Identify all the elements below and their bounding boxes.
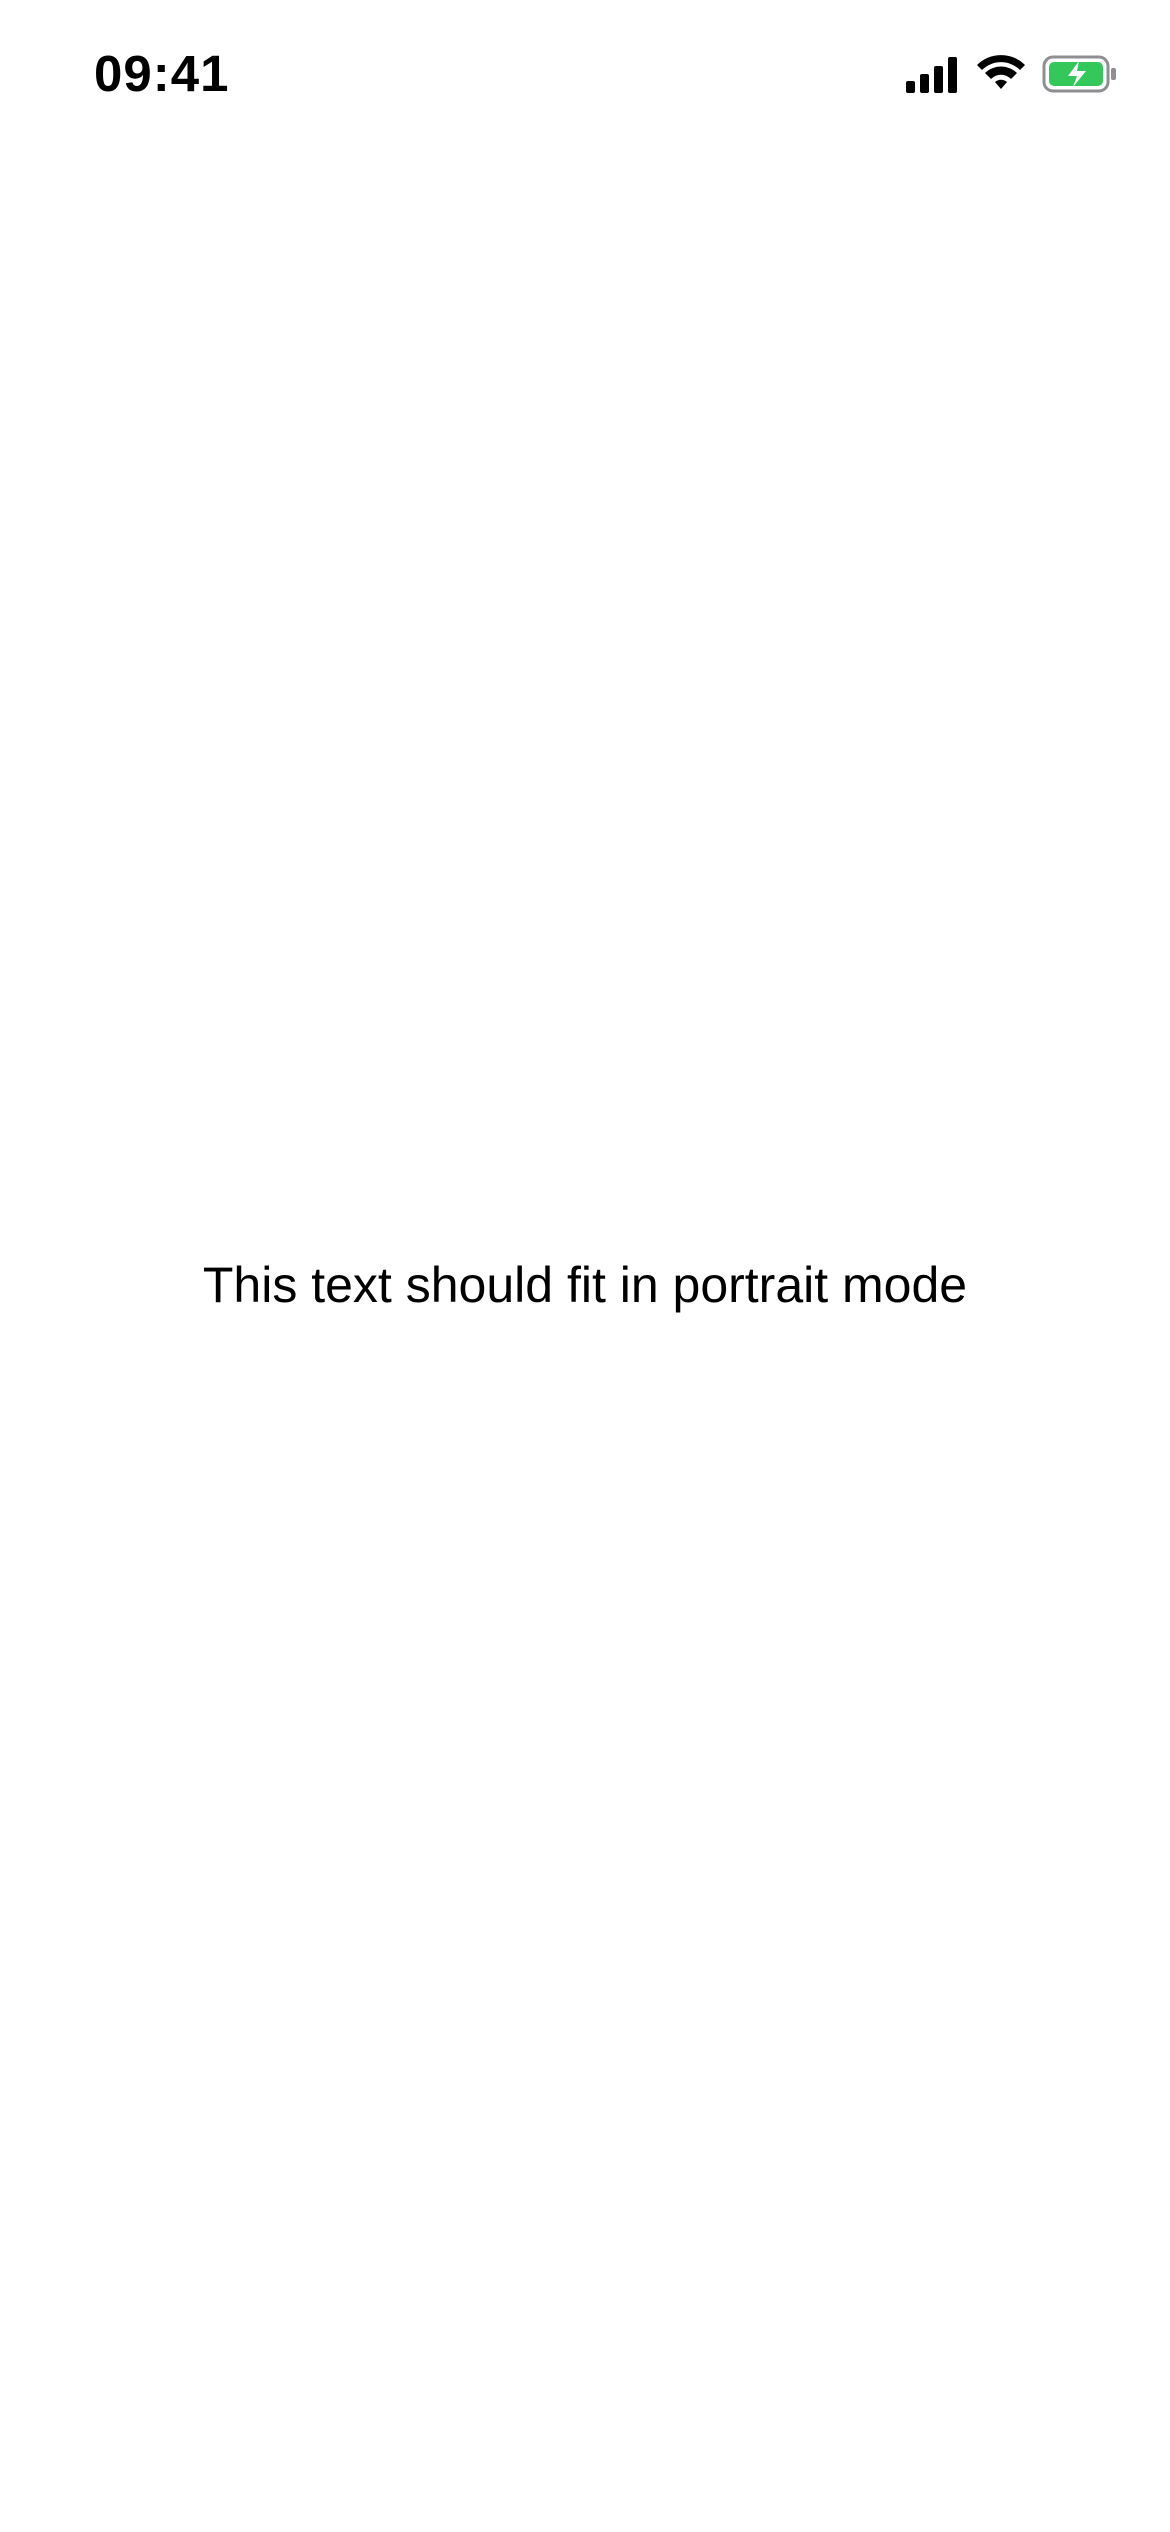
status-time: 09:41	[94, 45, 230, 102]
app-screen: 09:41 This text should fit in portrait m…	[0, 0, 1170, 2532]
main-content: This text should fit in portrait mode	[0, 1245, 1170, 1325]
status-bar: 09:41	[0, 0, 1170, 150]
status-icons	[906, 52, 1118, 96]
wifi-icon	[977, 55, 1025, 89]
battery-charging-icon	[1042, 55, 1116, 93]
cellular-signal-icon	[906, 57, 957, 93]
portrait-mode-text: This text should fit in portrait mode	[202, 1257, 968, 1313]
